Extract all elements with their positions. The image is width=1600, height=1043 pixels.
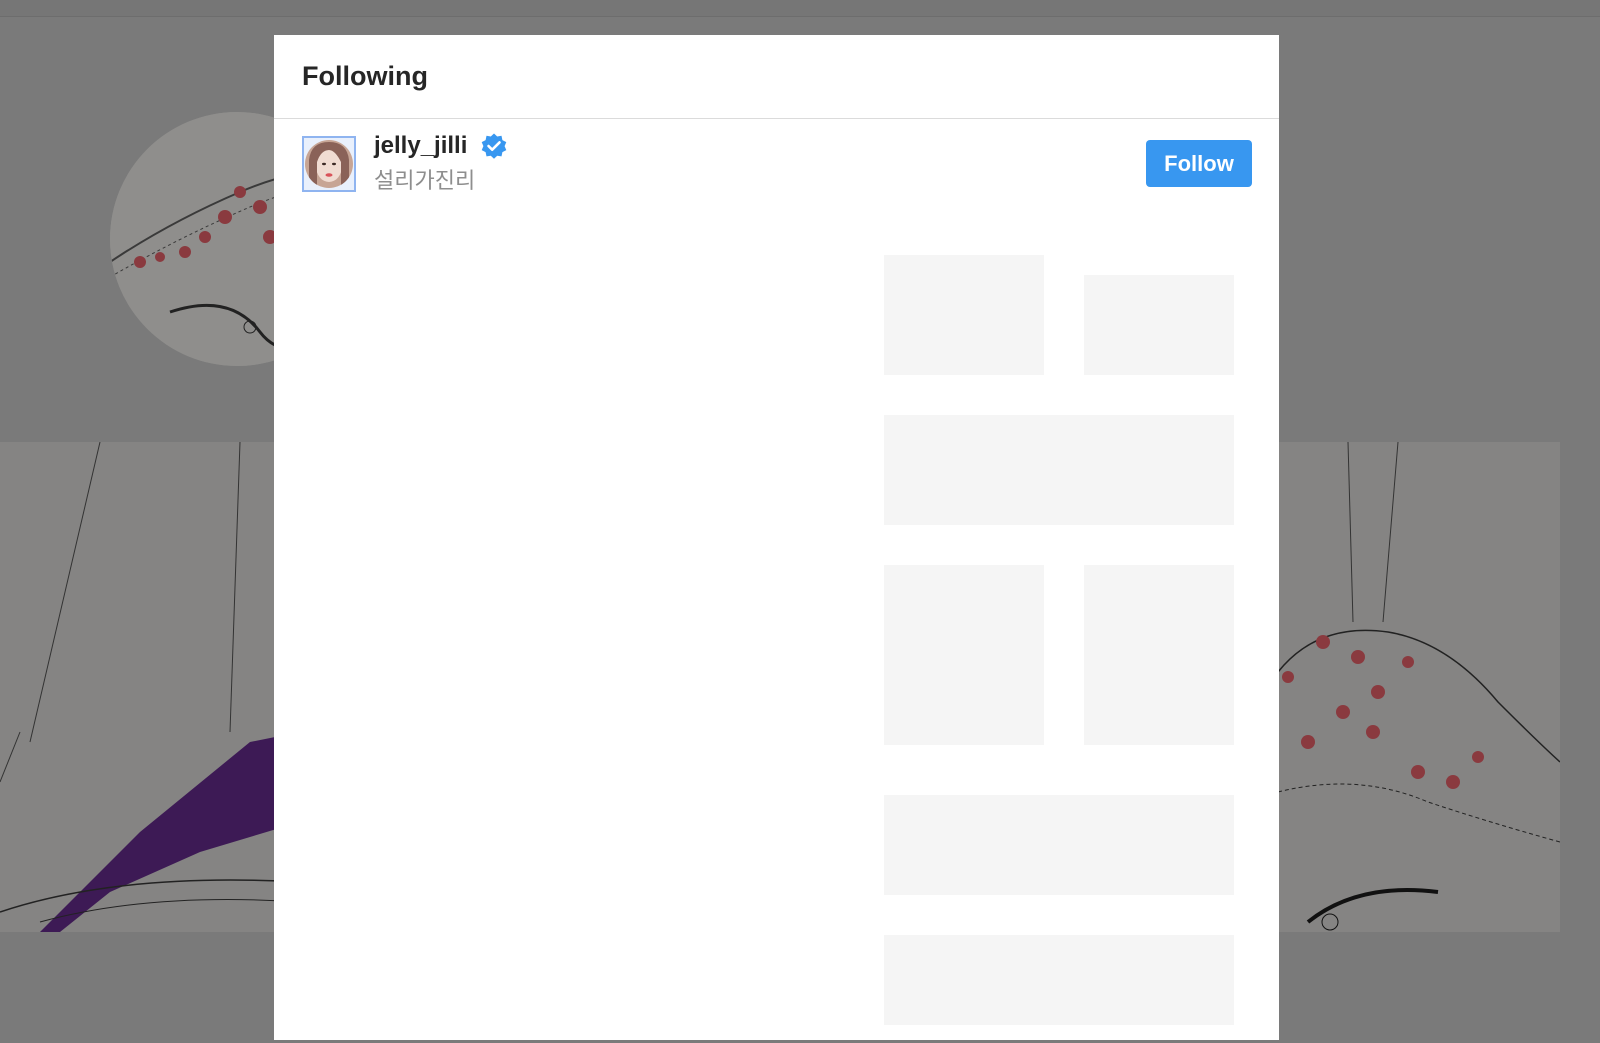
username-line: jelly_jilli (374, 131, 509, 161)
modal-title: Following (302, 61, 428, 91)
user-info: jelly_jilli 설리가진리 (374, 131, 509, 195)
full-name: 설리가진리 (374, 169, 476, 194)
background-post-right (1278, 442, 1560, 932)
background-bleed-artwork (864, 235, 1264, 1035)
follow-button[interactable]: Follow (1146, 140, 1252, 187)
username-link[interactable]: jelly_jilli (374, 132, 467, 160)
modal-header: Following (274, 35, 1279, 119)
background-post-left (0, 442, 300, 932)
top-navigation-bar (0, 0, 1600, 17)
list-item[interactable]: jelly_jilli 설리가진리 Follow (274, 119, 1279, 209)
avatar[interactable] (305, 140, 353, 188)
avatar-focus-frame[interactable] (302, 136, 356, 192)
page-overlay[interactable]: Following jelly_jilli 설리가진리 Follow (0, 0, 1600, 1043)
verified-badge-icon (479, 131, 509, 161)
following-modal: Following jelly_jilli 설리가진리 Follow (274, 35, 1279, 1040)
